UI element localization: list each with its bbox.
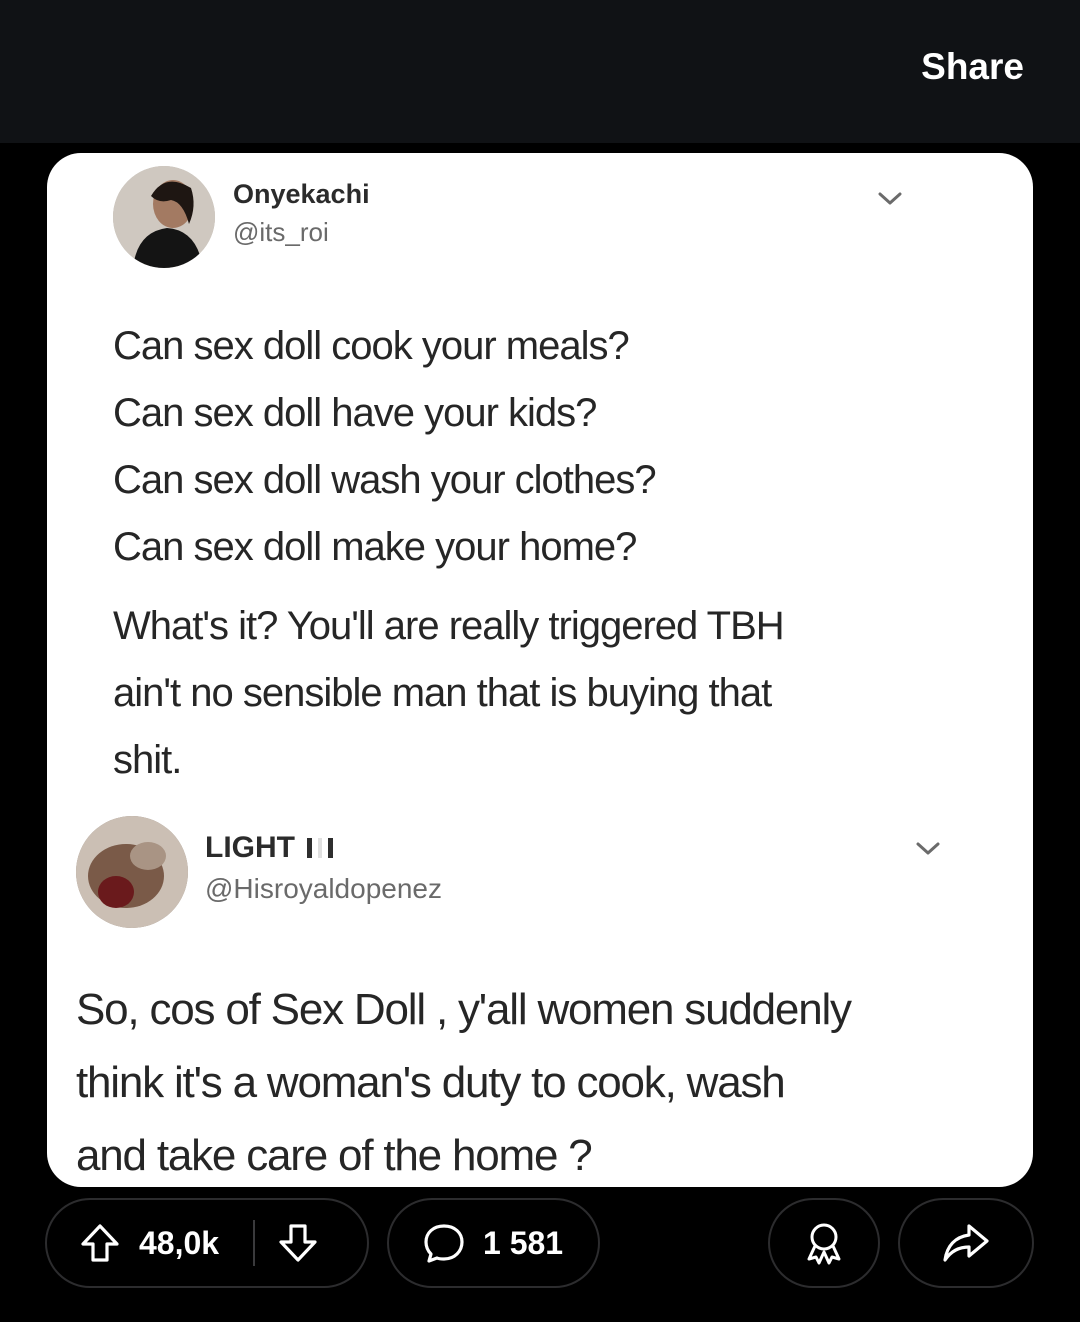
tweet2-author-name: LIGHT [205,831,333,865]
tweet2-line: and take care of the home ? [76,1131,593,1180]
share-arrow-icon [941,1220,991,1266]
vote-divider [253,1220,256,1266]
vote-pill: 48,0k [45,1198,369,1288]
comment-count: 1 581 [483,1224,564,1261]
downvote-arrow-icon[interactable] [275,1220,321,1266]
tweet2-line: So, cos of Sex Doll , y'all women sudden… [76,985,852,1034]
tweet1-line: Can sex doll cook your meals? [113,324,630,368]
tweet2-line: think it's a woman's duty to cook, wash [76,1058,786,1107]
tweet1-line: ain't no sensible man that is buying tha… [113,671,772,715]
comment-button[interactable]: 1 581 [387,1198,600,1288]
tweet1-text: Can sex doll cook your meals? Can sex do… [113,313,973,794]
tweet1-line: Can sex doll make your home? [113,525,637,569]
tweet1-author-name: Onyekachi [233,179,370,209]
upvote-count: 48,0k [139,1224,220,1261]
tweet1-line: Can sex doll have your kids? [113,391,597,435]
tweet2-author-handle: @Hisroyaldopenez [205,873,442,904]
chevron-down-icon [916,842,940,855]
share-button[interactable] [898,1198,1034,1288]
comment-bubble-icon [421,1220,467,1266]
tweet1-line: What's it? You'll are really triggered T… [113,604,785,648]
award-icon [800,1219,848,1267]
tweet1-author-handle: @its_roi [233,217,329,247]
tweet2-author-name-text: LIGHT [205,831,295,864]
nigeria-flag-icon [307,838,333,858]
top-bar: Share [0,0,1080,143]
tweet2-text: So, cos of Sex Doll , y'all women sudden… [76,973,976,1187]
share-link[interactable]: Share [921,46,1024,88]
action-bar: 48,0k 1 581 [0,1198,1080,1294]
post-image-card[interactable]: Onyekachi @its_roi Can sex doll cook you… [47,153,1033,1187]
chevron-down-icon [878,192,902,205]
avatar [76,816,188,928]
upvote-arrow-icon[interactable] [77,1220,123,1266]
tweet1-line: Can sex doll wash your clothes? [113,458,657,502]
award-button[interactable] [768,1198,880,1288]
avatar [113,166,215,268]
tweet1-line: shit. [113,738,182,782]
